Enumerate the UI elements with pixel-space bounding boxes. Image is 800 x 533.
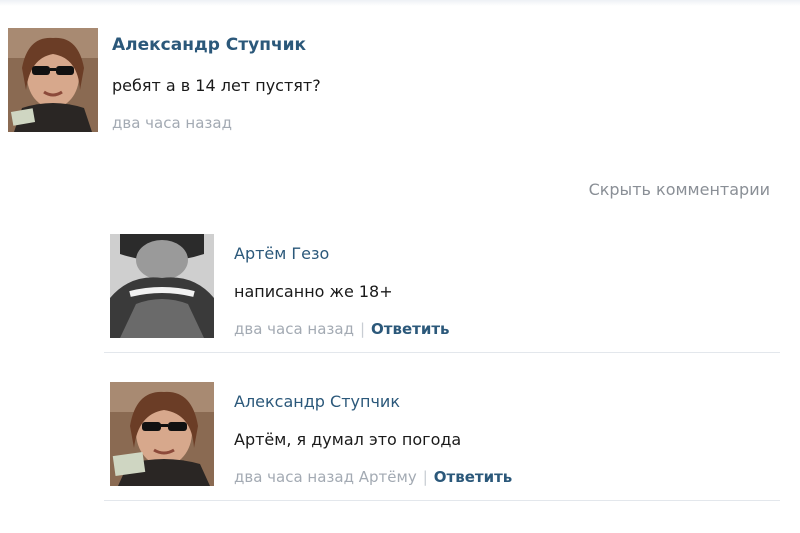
- avatar-photo-icon: [110, 382, 214, 486]
- reply-button[interactable]: Ответить: [371, 320, 450, 338]
- avatar-photo-icon: [8, 28, 98, 132]
- reply-to-link[interactable]: Артёму: [359, 468, 417, 486]
- author-avatar[interactable]: [8, 28, 98, 132]
- comment-text: написанно же 18+: [234, 282, 393, 301]
- meta-separator: |: [359, 320, 366, 338]
- commenter-avatar[interactable]: [110, 382, 214, 486]
- wall-post: Александр Ступчик ребят а в 14 лет пустя…: [8, 28, 788, 138]
- comment-text: Артём, я думал это погода: [234, 430, 462, 449]
- post-author-name[interactable]: Александр Ступчик: [112, 35, 306, 55]
- comment-timestamp[interactable]: два часа назад: [234, 468, 354, 486]
- avatar-photo-icon: [110, 234, 214, 338]
- comment-meta: два часа назад Артёму | Ответить: [234, 468, 512, 486]
- comment-timestamp[interactable]: два часа назад: [234, 320, 354, 338]
- reply-button[interactable]: Ответить: [434, 468, 513, 486]
- comment-author-name[interactable]: Артём Гезо: [234, 244, 329, 263]
- commenter-avatar[interactable]: [110, 234, 214, 338]
- comment-item: Александр Ступчик Артём, я думал это пог…: [104, 380, 780, 501]
- comment-meta: два часа назад | Ответить: [234, 320, 450, 338]
- post-text: ребят а в 14 лет пустят?: [112, 76, 321, 95]
- meta-separator: |: [422, 468, 428, 486]
- comment-item: Артём Гезо написанно же 18+ два часа наз…: [104, 232, 780, 353]
- top-divider: [0, 0, 800, 6]
- hide-comments-link[interactable]: Скрыть комментарии: [589, 180, 770, 199]
- comment-author-name[interactable]: Александр Ступчик: [234, 392, 400, 411]
- post-timestamp[interactable]: два часа назад: [112, 114, 232, 132]
